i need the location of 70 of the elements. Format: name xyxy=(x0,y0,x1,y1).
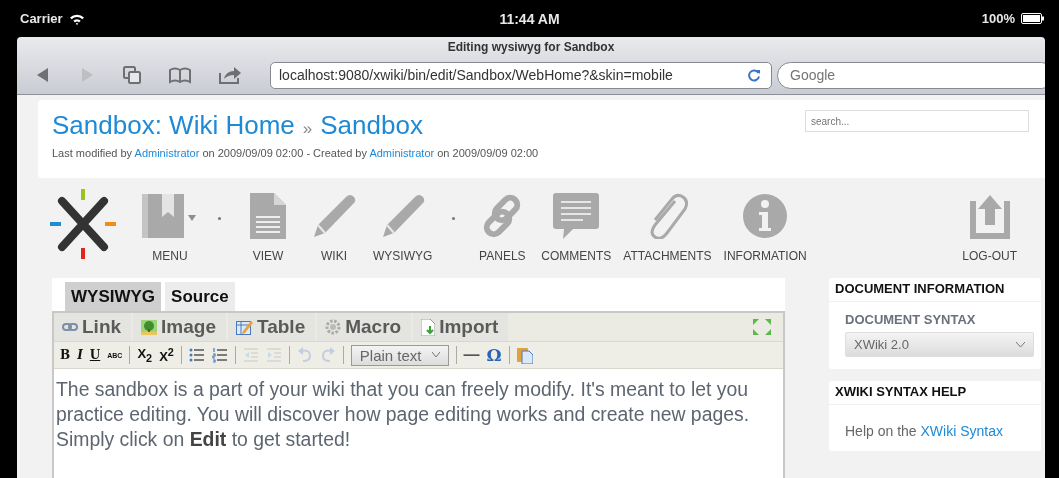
pages-icon[interactable] xyxy=(122,65,142,85)
toolbar-link[interactable]: WYSIWYG xyxy=(373,249,433,263)
caret-icon xyxy=(1016,341,1025,348)
clock-time: 11:44 AM xyxy=(499,10,560,27)
author-link[interactable]: Administrator xyxy=(134,147,200,159)
insert-menu-item[interactable]: Table xyxy=(228,313,318,341)
page-title: Editing wysiwyg for Sandbox xyxy=(446,39,616,56)
format-button[interactable]: — xyxy=(463,347,480,363)
toolbar-link[interactable]: WIKI xyxy=(321,249,347,263)
editor-text: The sandbox is a part of your wiki that you can freely modify. It's meant to let you practice editing. You will discover how page editing works and create new pages. Simply click on Edit to get started! xyxy=(56,377,751,452)
format-button[interactable]: Ω xyxy=(486,346,502,364)
bullet-list-icon[interactable] xyxy=(188,346,205,364)
editor-tab[interactable]: Source xyxy=(165,282,235,311)
book-icon[interactable] xyxy=(142,193,198,239)
caret-icon xyxy=(431,352,440,358)
carrier-label: Carrier xyxy=(20,11,63,26)
format-dropdown[interactable]: Plain text xyxy=(350,344,449,366)
format-button[interactable]: X$^{2}$ xyxy=(159,346,174,364)
format-button[interactable]: X$_{2}$ xyxy=(137,346,153,364)
numbered-list-icon[interactable] xyxy=(211,346,228,364)
address-field[interactable]: localhost:9080/xwiki/bin/edit/Sandbox/WebHome?&skin=mobile xyxy=(270,61,772,89)
breadcrumb-separator: » xyxy=(302,119,313,139)
fullscreen-icon[interactable] xyxy=(753,319,771,335)
pencil-icon[interactable] xyxy=(312,193,356,239)
document-icon[interactable] xyxy=(250,193,286,239)
breadcrumb-link[interactable]: Sandbox: Wiki Home xyxy=(52,110,295,141)
toolbar-link[interactable]: LOG-OUT xyxy=(962,249,1017,263)
edit-table-icon xyxy=(236,319,253,335)
insert-menu-item[interactable]: Image xyxy=(133,313,228,341)
breadcrumb-link[interactable]: Sandbox xyxy=(320,110,423,141)
toolbar-link[interactable]: ATTACHMENTS xyxy=(623,249,712,263)
toolbar-link[interactable]: INFORMATION xyxy=(723,249,807,263)
field-label: DOCUMENT SYNTAX xyxy=(845,312,977,327)
logo-icon xyxy=(50,189,116,259)
syntax-dropdown[interactable]: XWiki 2.0 xyxy=(845,332,1034,357)
pencil-icon[interactable] xyxy=(380,193,425,239)
syntax-help-link[interactable]: XWiki Syntax xyxy=(920,423,1003,439)
insert-menu-item[interactable]: Link xyxy=(54,313,134,341)
info-icon[interactable] xyxy=(743,193,788,239)
share-icon[interactable] xyxy=(218,65,242,85)
battery-icon xyxy=(1021,13,1045,24)
panel-title: DOCUMENT INFORMATION xyxy=(829,278,1041,302)
clipboard-icon[interactable] xyxy=(516,346,533,364)
speech-bubble-icon[interactable] xyxy=(553,193,600,239)
document-import-icon xyxy=(421,318,436,336)
toolbar-link[interactable]: MENU xyxy=(152,249,188,263)
author-link[interactable]: Administrator xyxy=(369,147,435,159)
book-icon[interactable] xyxy=(168,66,192,84)
separator-dot xyxy=(452,217,456,220)
toolbar-link[interactable]: COMMENTS xyxy=(541,249,612,263)
reload-icon xyxy=(747,68,761,82)
separator-dot xyxy=(218,217,221,220)
editor-tab[interactable]: WYSIWYG xyxy=(65,282,162,311)
help-text: Help on the XWiki Syntax xyxy=(845,423,1004,439)
toolbar-link[interactable]: PANELS xyxy=(479,249,526,263)
toolbar-link[interactable]: VIEW xyxy=(252,249,284,263)
format-button[interactable]: B xyxy=(60,349,71,361)
format-button[interactable]: I xyxy=(77,349,83,361)
insert-menu-item[interactable]: Macro xyxy=(317,313,414,341)
upload-icon[interactable] xyxy=(969,193,1010,239)
gear-icon xyxy=(325,319,342,335)
link-icon xyxy=(62,322,78,332)
battery-percent: 100% xyxy=(981,11,1015,26)
panel-title: XWIKI SYNTAX HELP xyxy=(829,381,1041,405)
tree-picture-icon xyxy=(141,319,158,335)
search-field[interactable]: Google xyxy=(777,61,1045,89)
modified-info: Last modified by Administrator on 2009/09/09 02:00 - Created by Administrator on 2009/09/09 02:00 xyxy=(52,147,539,159)
wifi-icon xyxy=(68,12,85,25)
format-button[interactable]: U xyxy=(89,349,101,361)
insert-menu-item[interactable]: Import xyxy=(413,313,511,341)
